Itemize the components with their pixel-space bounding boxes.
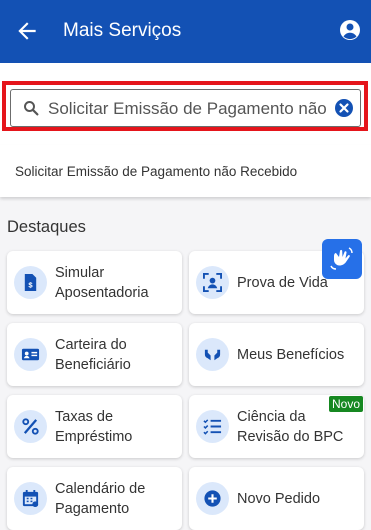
suggestion-label[interactable]: Solicitar Emissão de Pagamento não Receb… (15, 164, 297, 179)
card-label: Simular Aposentadoria (55, 264, 149, 301)
percent-icon (14, 410, 47, 443)
section-title: Destaques (7, 218, 86, 236)
page-title: Mais Serviços (63, 20, 182, 41)
top-app-bar: Mais Serviços (0, 0, 371, 63)
new-badge: Novo (329, 396, 363, 412)
card-label: Carteira do Beneficiário (55, 336, 131, 373)
card-meus-beneficios[interactable]: Meus Benefícios (189, 323, 364, 386)
card-label: Taxas de Empréstimo (55, 408, 133, 445)
back-arrow-icon[interactable] (14, 18, 40, 44)
search-input[interactable] (48, 97, 326, 121)
id-card-icon (14, 338, 47, 371)
card-label: Calendário de Pagamento (55, 480, 146, 517)
card-calendario-de-pagamento[interactable]: Calendário de Pagamento (7, 467, 182, 530)
sign-language-button[interactable] (322, 239, 362, 279)
hands-icon (196, 338, 229, 371)
calendar-icon (14, 482, 47, 515)
search-icon (24, 101, 39, 116)
card-label: Novo Pedido (237, 490, 321, 507)
card-carteira-do-beneficiario[interactable]: Carteira do Beneficiário (7, 323, 182, 386)
account-icon[interactable] (338, 18, 362, 42)
calculator-document-icon: $ (14, 266, 47, 299)
card-taxas-de-emprestimo[interactable]: Taxas de Empréstimo (7, 395, 182, 458)
sign-language-icon (330, 247, 353, 270)
checklist-icon (196, 410, 229, 443)
plus-circle-icon (196, 482, 229, 515)
card-novo-pedido[interactable]: Novo Pedido (189, 467, 364, 530)
card-label: Meus Benefícios (237, 346, 345, 363)
card-simular-aposentadoria[interactable]: $ Simular Aposentadoria (7, 251, 182, 314)
clear-search-icon[interactable] (335, 99, 353, 117)
person-frame-icon (196, 266, 229, 299)
